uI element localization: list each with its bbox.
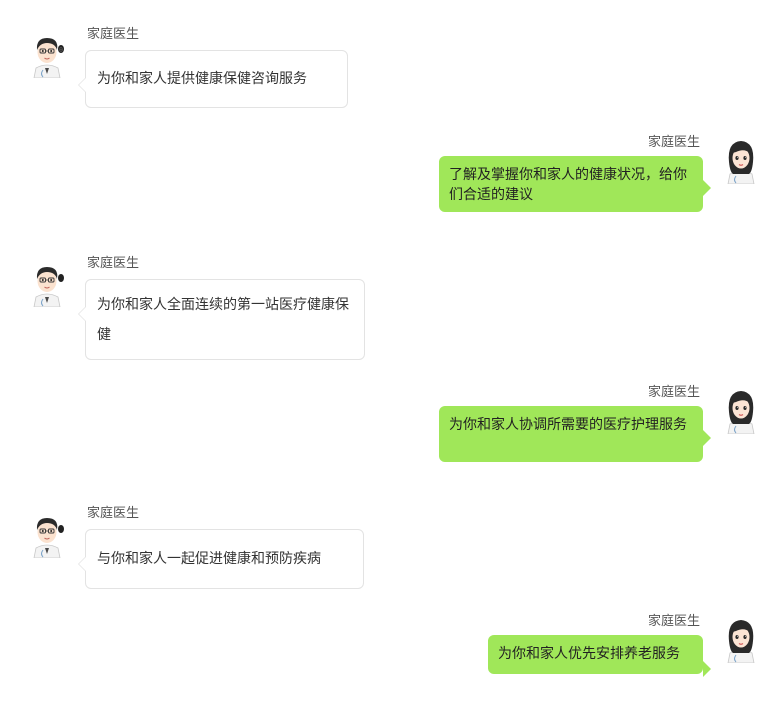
message-row: 家庭医生 了解及掌握你和家人的健康状况，给你们合适的建议	[0, 120, 760, 230]
bubble-tail	[703, 661, 711, 677]
sender-name: 家庭医生	[87, 506, 140, 521]
sender-name: 家庭医生	[87, 256, 140, 271]
male-doctor-avatar-icon[interactable]: ⓘ	[28, 30, 66, 79]
sender-name: 家庭医生	[87, 27, 140, 42]
bubble-tail	[78, 77, 86, 93]
chat-view: ⓘ 家庭医生 为你和家人提供健康保健咨询服务 家庭医生 了解及掌握你和家人的健康…	[0, 0, 760, 708]
message-bubble[interactable]: 为你和家人优先安排养老服务	[488, 635, 711, 677]
message-text: 为你和家人全面连续的第一站医疗健康保健	[97, 297, 349, 343]
female-doctor-avatar-icon[interactable]	[722, 615, 760, 664]
sender-name: 家庭医生	[647, 385, 700, 400]
female-doctor-avatar-icon[interactable]	[722, 136, 760, 185]
svg-text:ⓘ: ⓘ	[59, 46, 63, 52]
message-text: 为你和家人优先安排养老服务	[498, 646, 680, 662]
message-bubble[interactable]: 为你和家人提供健康保健咨询服务	[78, 50, 348, 108]
female-doctor-avatar-icon[interactable]	[722, 386, 760, 435]
sender-name: 家庭医生	[647, 135, 700, 150]
message-text: 为你和家人协调所需要的医疗护理服务	[449, 417, 687, 433]
message-row: 家庭医生 为你和家人优先安排养老服务	[0, 600, 760, 708]
message-bubble[interactable]: 了解及掌握你和家人的健康状况，给你们合适的建议	[439, 156, 711, 212]
message-text: 为你和家人提供健康保健咨询服务	[97, 71, 307, 87]
bubble-tail	[703, 430, 711, 446]
bubble-tail	[703, 180, 711, 196]
male-doctor-avatar-icon[interactable]	[28, 510, 66, 559]
sender-name: 家庭医生	[647, 614, 700, 629]
message-bubble[interactable]: 为你和家人协调所需要的医疗护理服务	[439, 406, 711, 462]
message-row: 家庭医生 与你和家人一起促进健康和预防疾病	[0, 480, 760, 600]
message-text: 了解及掌握你和家人的健康状况，给你们合适的建议	[449, 167, 687, 203]
male-doctor-avatar-icon[interactable]	[28, 259, 66, 308]
message-bubble[interactable]: 与你和家人一起促进健康和预防疾病	[78, 529, 364, 589]
message-text: 与你和家人一起促进健康和预防疾病	[97, 551, 321, 567]
message-row: ⓘ 家庭医生 为你和家人提供健康保健咨询服务	[0, 0, 760, 120]
message-bubble[interactable]: 为你和家人全面连续的第一站医疗健康保健	[78, 279, 365, 360]
bubble-tail	[78, 306, 86, 322]
bubble-tail	[78, 556, 86, 572]
message-row: 家庭医生 为你和家人协调所需要的医疗护理服务	[0, 370, 760, 480]
message-row: 家庭医生 为你和家人全面连续的第一站医疗健康保健	[0, 230, 760, 370]
